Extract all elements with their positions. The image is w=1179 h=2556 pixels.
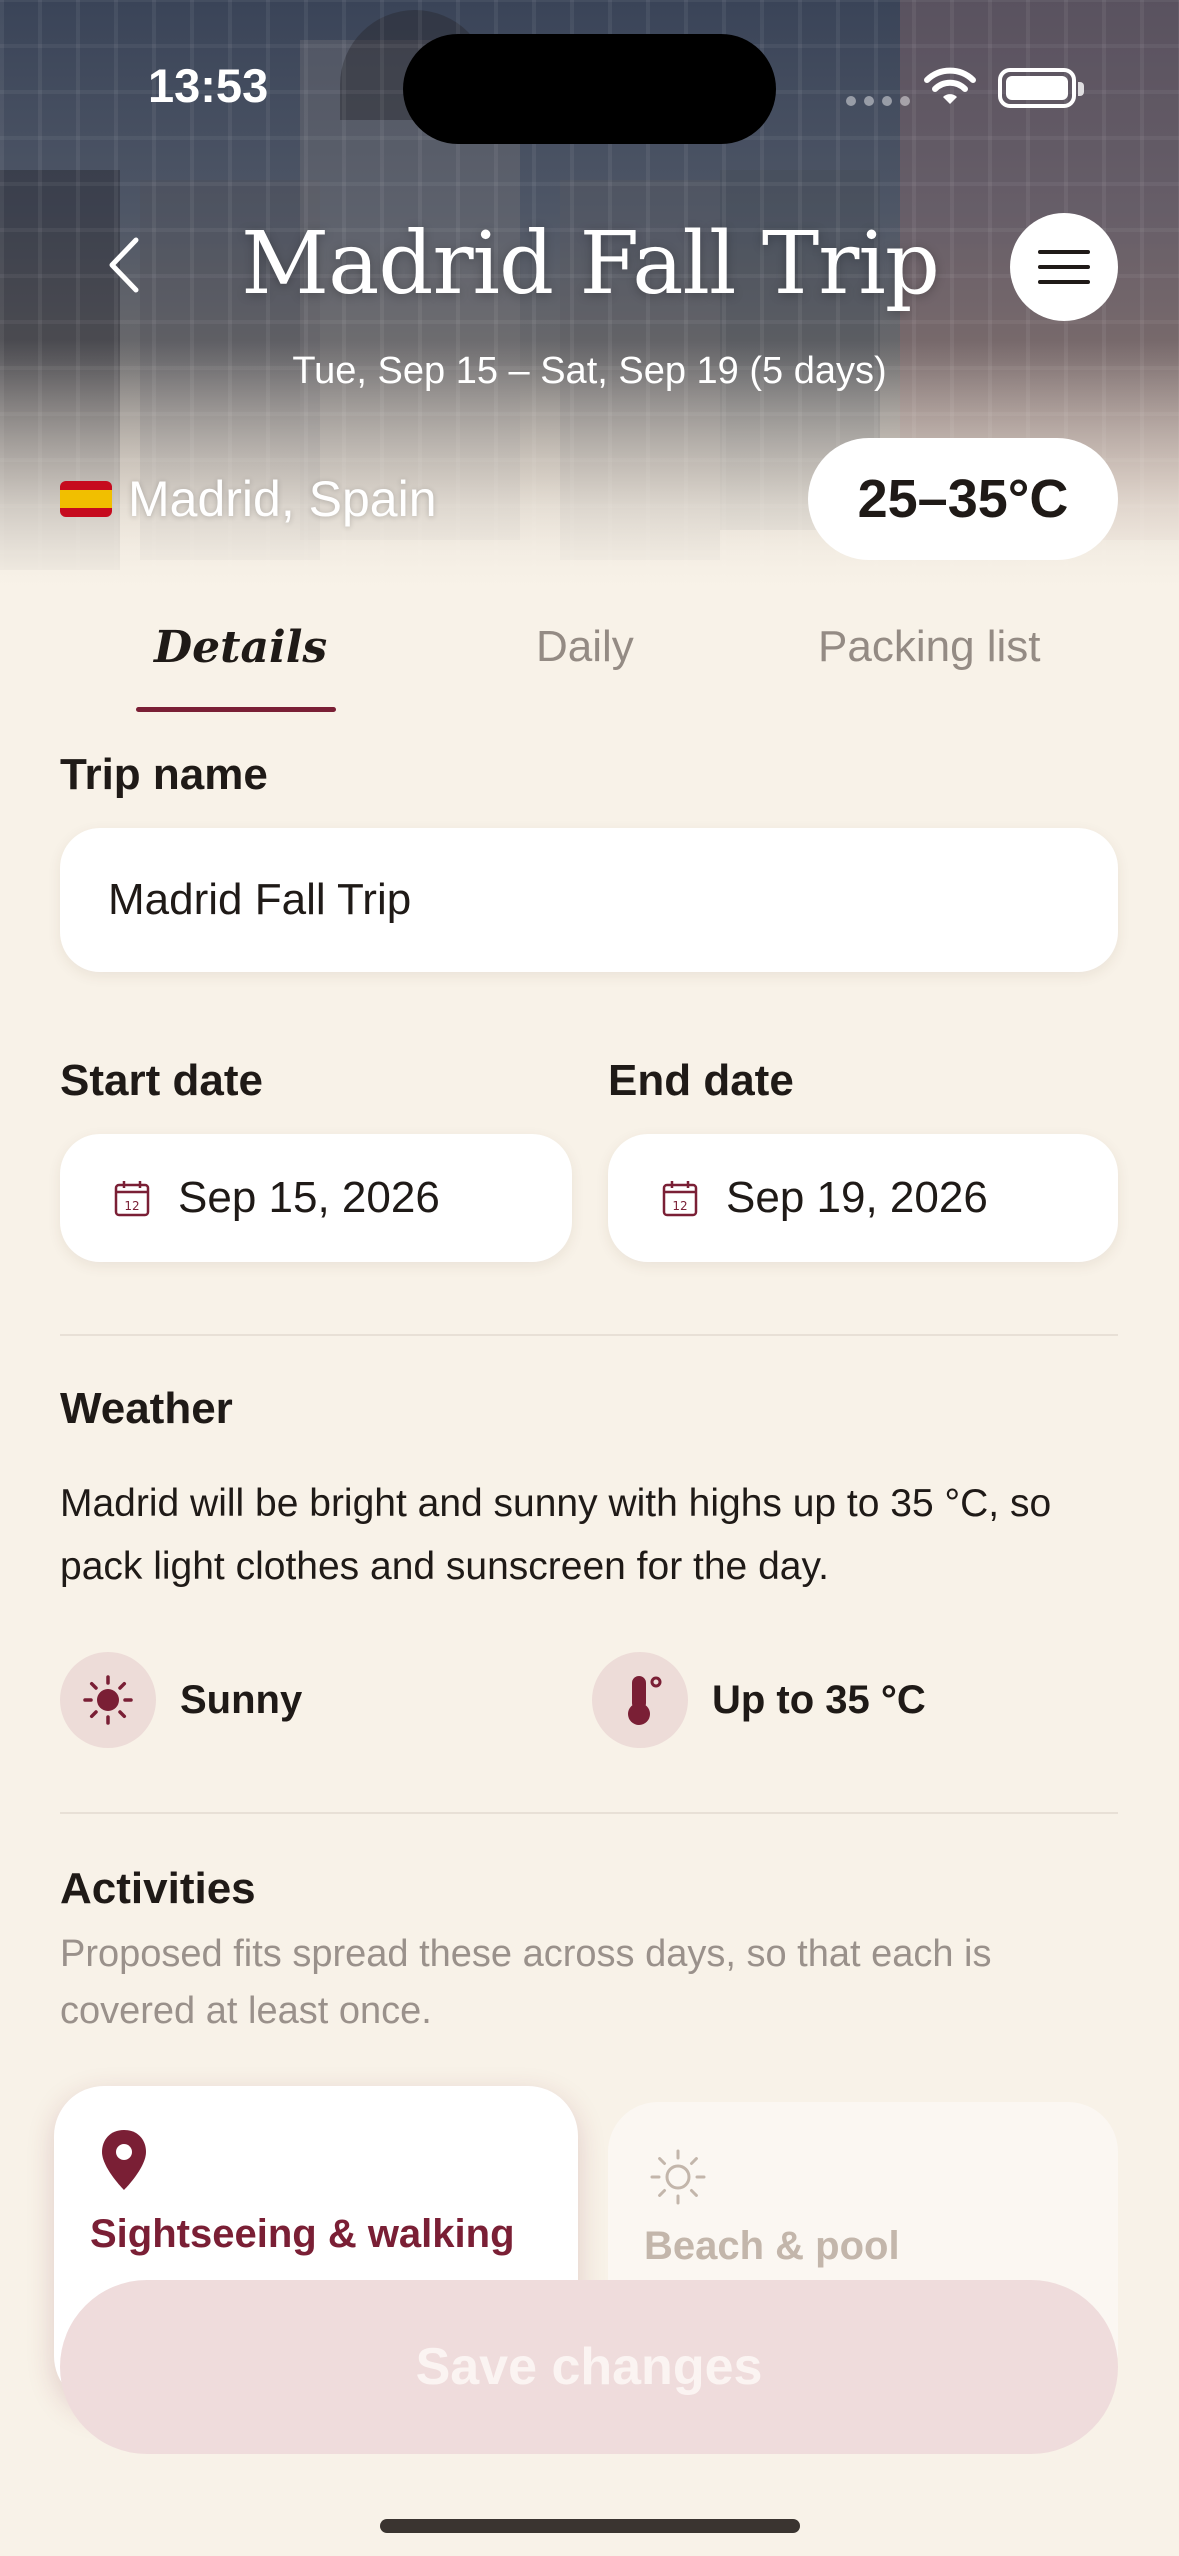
home-indicator bbox=[380, 2519, 800, 2533]
thermometer-icon bbox=[628, 1676, 662, 1725]
weather-chip-label: Up to 35 °C bbox=[712, 1677, 926, 1722]
trip-dates: Tue, Sep 15 – Sat, Sep 19 (5 days) bbox=[292, 350, 887, 392]
tab-bar: Details Daily Packing list bbox=[0, 612, 1179, 712]
wifi-icon bbox=[924, 67, 976, 104]
start-date-field[interactable]: 12 Sep 15, 2026 bbox=[60, 1134, 572, 1262]
svg-text:12: 12 bbox=[672, 1199, 687, 1213]
back-chevron-icon[interactable] bbox=[100, 230, 150, 300]
weather-description: Madrid will be bright and sunny with hig… bbox=[60, 1482, 1052, 1588]
weather-chip-sunny: Sunny bbox=[60, 1652, 302, 1748]
weather-heading: Weather bbox=[60, 1384, 233, 1433]
save-changes-button[interactable]: Save changes bbox=[60, 2280, 1118, 2454]
end-date-field[interactable]: 12 Sep 19, 2026 bbox=[608, 1134, 1118, 1262]
weather-chip-label: Sunny bbox=[180, 1677, 303, 1722]
divider bbox=[60, 1334, 1118, 1336]
trip-title: Madrid Fall Trip bbox=[241, 214, 940, 314]
tab-packing-list[interactable]: Packing list bbox=[818, 622, 1041, 672]
hamburger-icon bbox=[1038, 250, 1090, 254]
activities-subtext: Proposed fits spread these across days, … bbox=[60, 1933, 992, 2032]
start-date-value: Sep 15, 2026 bbox=[178, 1173, 440, 1222]
trip-name-label: Trip name bbox=[60, 750, 268, 799]
tab-daily[interactable]: Daily bbox=[536, 622, 634, 672]
sun-outline-icon bbox=[650, 2149, 706, 2205]
trip-name-field[interactable]: Madrid Fall Trip bbox=[60, 828, 1118, 972]
dynamic-island bbox=[403, 34, 776, 144]
map-pin-icon bbox=[102, 2130, 146, 2190]
svg-text:12: 12 bbox=[124, 1199, 139, 1213]
calendar-icon: 12 bbox=[114, 1181, 150, 1217]
trip-location: Madrid, Spain bbox=[60, 470, 437, 528]
start-date-label: Start date bbox=[60, 1056, 263, 1105]
trip-name-value: Madrid Fall Trip bbox=[108, 875, 412, 924]
battery-icon bbox=[998, 68, 1084, 108]
menu-button[interactable] bbox=[1010, 213, 1118, 321]
weather-chip-temperature: Up to 35 °C bbox=[592, 1652, 926, 1748]
activity-label: Sightseeing & walking bbox=[90, 2212, 515, 2256]
end-date-label: End date bbox=[608, 1056, 794, 1105]
activity-label: Beach & pool bbox=[644, 2224, 900, 2268]
location-label: Madrid, Spain bbox=[128, 471, 437, 527]
active-tab-indicator bbox=[136, 707, 336, 712]
end-date-value: Sep 19, 2026 bbox=[726, 1173, 988, 1222]
temperature-badge: 25–35°C bbox=[808, 438, 1118, 560]
sun-icon bbox=[83, 1675, 133, 1725]
cellular-signal-icon bbox=[846, 96, 910, 106]
tab-details[interactable]: Details bbox=[154, 622, 327, 673]
divider bbox=[60, 1812, 1118, 1814]
spain-flag-icon bbox=[60, 481, 112, 517]
activities-heading: Activities bbox=[60, 1864, 256, 1913]
status-time: 13:53 bbox=[148, 59, 269, 112]
calendar-icon: 12 bbox=[662, 1181, 698, 1217]
